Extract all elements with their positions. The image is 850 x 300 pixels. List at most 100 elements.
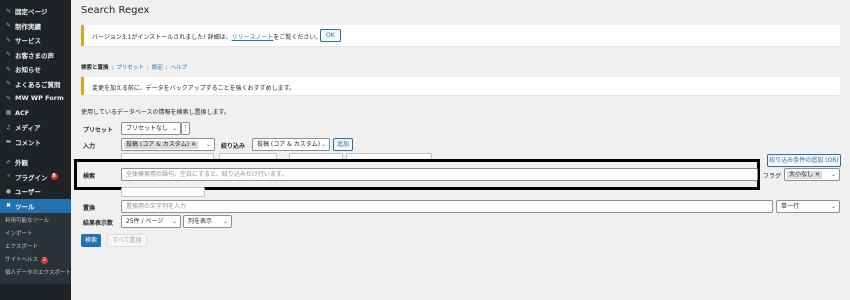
- submenu-item-label: インポート: [5, 231, 33, 237]
- replace-mode-select[interactable]: 単一行 ⌄: [776, 200, 840, 213]
- sidebar-item[interactable]: ✎ サービス: [0, 33, 71, 48]
- chevron-down-icon: ⌄: [171, 125, 177, 132]
- sidebar-item-label: よくあるご質問: [15, 80, 61, 89]
- update-count-badge: 8: [50, 173, 58, 181]
- remove-flag-icon[interactable]: ✕: [815, 171, 820, 178]
- columns-select[interactable]: 列を表示 ⌄: [183, 215, 232, 228]
- chevron-down-icon: ⌄: [171, 218, 177, 225]
- replace-all-button[interactable]: すべて置換: [107, 234, 147, 247]
- site-health-badge: 2: [41, 257, 49, 264]
- submenu-item-label: 利用可能なツール: [5, 218, 50, 224]
- sidebar-item-label: 制作実績: [15, 22, 41, 31]
- pin-icon: ✎: [5, 94, 12, 102]
- chevron-down-icon: ⌄: [830, 203, 836, 210]
- plugin-icon: ⚡: [6, 173, 11, 181]
- pin-icon: ✎: [5, 36, 12, 44]
- sidebar-item[interactable]: ✎ MW WP Form: [0, 91, 71, 106]
- tools-submenu: 利用可能なツール インポートエクスポートサイトヘルス 2 個人データのエクスポート: [0, 213, 71, 284]
- release-notes-link[interactable]: リリースノート: [232, 34, 274, 41]
- search-label: 検索: [83, 173, 96, 180]
- tab-search-replace[interactable]: 検索と置換: [81, 65, 109, 71]
- add-filter-or-button[interactable]: 絞り込み条件の追加 (OR): [767, 154, 841, 167]
- chevron-down-icon: ⌄: [830, 171, 836, 178]
- tab-settings[interactable]: 設定: [152, 65, 163, 71]
- sidebar-item[interactable]: ♫ メディア: [0, 120, 71, 135]
- ok-button[interactable]: OK: [320, 29, 341, 42]
- pin-icon: ✎: [5, 65, 12, 73]
- submenu-item-label: エクスポート: [5, 244, 38, 250]
- sidebar-item[interactable]: ⚡ プラグイン 8: [0, 170, 71, 185]
- preset-select[interactable]: プリセットなし ⌄: [121, 122, 181, 135]
- flags-label: フラグ: [763, 173, 782, 180]
- media-icon: ♫: [5, 123, 12, 131]
- filter-select[interactable]: 投稿 (コア & カスタム) ⌄: [252, 138, 330, 151]
- grid-icon: ▦: [5, 109, 12, 117]
- replace-input[interactable]: 置換用の文字列を入力: [121, 200, 773, 213]
- preset-menu-button[interactable]: ⋮: [181, 122, 190, 135]
- backup-notice: 変更を加える前に、データをバックアップすることを強くおすすめします。: [81, 77, 840, 95]
- sidebar-item-label: ツール: [15, 202, 35, 211]
- sidebar-item[interactable]: ● ユーザー: [0, 184, 71, 199]
- appearance-icon: ✐: [5, 158, 12, 166]
- submenu-item[interactable]: インポート: [0, 228, 71, 241]
- chevron-down-icon: ⌄: [222, 218, 228, 225]
- comment-icon: ▬: [5, 138, 12, 146]
- sidebar-item[interactable]: ✖ ツール: [0, 198, 71, 213]
- admin-sidebar: ✎ 固定ページ ✎ 制作実績 ✎ サービス ✎ お客さまの声 ✎ お知らせ ✎ よくあるご質問 ✎ MW …: [0, 0, 71, 300]
- flags-select[interactable]: 大小なし ✕ ⌄: [784, 168, 840, 181]
- sidebar-item-label: ユーザー: [15, 188, 41, 197]
- tab-help[interactable]: ヘルプ: [171, 65, 188, 71]
- filter-row-field: [121, 187, 205, 197]
- sidebar-item[interactable]: ✎ 固定ページ: [0, 4, 71, 19]
- replace-label: 置換: [83, 205, 96, 212]
- main-content: Search Regex バージョン3.1がインストールされました! 詳細は、リ…: [71, 0, 850, 300]
- sidebar-item-label: お客さまの声: [15, 51, 54, 60]
- submenu-item[interactable]: エクスポート: [0, 241, 71, 254]
- pin-icon: ✎: [5, 80, 12, 88]
- update-notice: バージョン3.1がインストールされました! 詳細は、リリースノートをご覧ください…: [81, 25, 840, 46]
- results-per-page-select[interactable]: 25件 / ページ ⌄: [121, 215, 181, 228]
- submenu-item-label: 個人データのエクスポート: [5, 270, 71, 276]
- sidebar-item[interactable]: ✐ 外観: [0, 155, 71, 170]
- sidebar-item-label: 外観: [15, 159, 28, 168]
- filter-label: 絞り込み: [221, 143, 246, 150]
- backup-notice-text: 変更を加える前に、データをバックアップすることを強くおすすめします。: [92, 85, 296, 92]
- flag-tag: 大小なし ✕: [787, 171, 823, 179]
- sidebar-item-label: メディア: [15, 124, 41, 133]
- sidebar-item-label: ACF: [15, 108, 30, 117]
- input-label: 入力: [83, 143, 96, 150]
- sidebar-item[interactable]: ✎ よくあるご質問: [0, 77, 71, 92]
- preset-label: プリセット: [83, 127, 114, 134]
- source-tag: 投稿 (コア & カスタム) ✕: [124, 141, 199, 149]
- sidebar-item[interactable]: ✎ お客さまの声: [0, 48, 71, 63]
- chevron-down-icon: ⌄: [320, 141, 326, 148]
- search-button[interactable]: 検索: [81, 234, 101, 247]
- notice-text: バージョン3.1がインストールされました! 詳細は、: [92, 34, 232, 41]
- search-input[interactable]: 全体検索用の語句。空白にすると、絞り込みだけ行います。: [121, 168, 758, 181]
- notice-text-after: をご覧ください。: [273, 34, 322, 41]
- pin-icon: ✎: [5, 22, 12, 30]
- sub-nav: 検索と置換 | プリセット | 設定 | ヘルプ: [81, 65, 188, 71]
- input-source-select[interactable]: 投稿 (コア & カスタム) ✕ ⌄: [121, 138, 215, 151]
- add-filter-button[interactable]: 追加: [333, 138, 353, 151]
- remove-tag-icon[interactable]: ✕: [191, 141, 196, 148]
- sidebar-item[interactable]: ✎ 制作実績: [0, 19, 71, 34]
- submenu-item[interactable]: 個人データのエクスポート: [0, 267, 71, 280]
- wrench-icon: ✖: [5, 202, 12, 210]
- sidebar-item[interactable]: ✎ お知らせ: [0, 62, 71, 77]
- sidebar-item[interactable]: ▦ ACF: [0, 106, 71, 121]
- sidebar-item-label: プラグイン: [15, 173, 48, 182]
- sidebar-item[interactable]: ▬ コメント: [0, 135, 71, 150]
- tab-presets[interactable]: プリセット: [116, 65, 144, 71]
- sidebar-item-label: コメント: [15, 138, 41, 147]
- submenu-item[interactable]: 利用可能なツール: [0, 215, 71, 228]
- user-icon: ●: [5, 187, 12, 195]
- page-description: 使用しているデータベースの情報を検索し置換します。: [81, 109, 230, 116]
- pin-icon: ✎: [5, 7, 12, 15]
- sidebar-item-label: 固定ページ: [15, 8, 48, 17]
- sidebar-item-label: MW WP Form: [15, 94, 64, 103]
- results-label: 結果表示数: [83, 220, 114, 227]
- submenu-item[interactable]: サイトヘルス 2: [0, 254, 71, 267]
- sidebar-item-label: お知らせ: [15, 66, 41, 75]
- pin-icon: ✎: [5, 51, 12, 59]
